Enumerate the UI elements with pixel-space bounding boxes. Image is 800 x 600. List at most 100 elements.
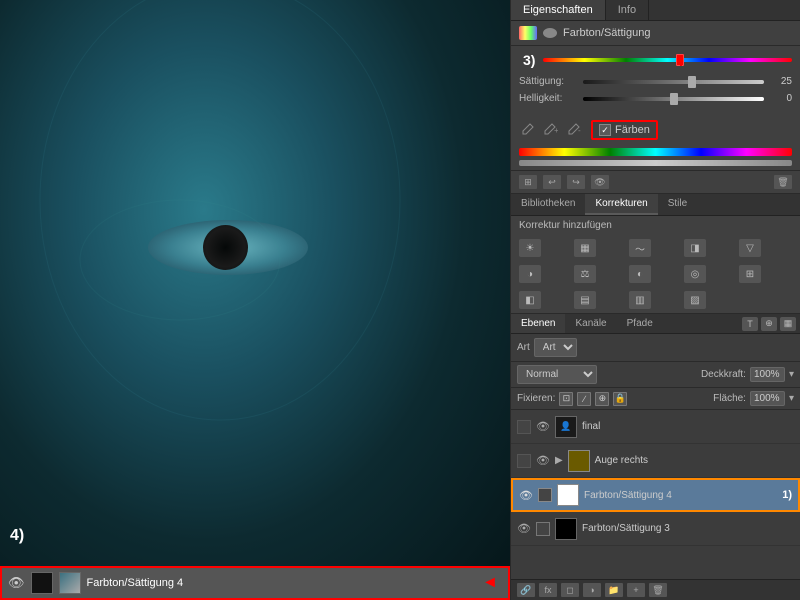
helligkeit-track[interactable] [583, 97, 764, 101]
tab-info[interactable]: Info [606, 0, 649, 20]
deckkraft-value[interactable]: 100% [750, 367, 785, 382]
farben-checkbox-container[interactable]: ✓ Färben [591, 120, 658, 140]
svg-text:+: + [554, 126, 558, 135]
layer-header-btn3[interactable]: ▦ [780, 317, 796, 331]
corr-icon-photo[interactable]: ◎ [684, 265, 706, 283]
art-select[interactable]: Art [534, 338, 577, 357]
farbton4-link[interactable] [538, 488, 552, 502]
final-eye[interactable]: 👁 [536, 420, 550, 433]
saettigung-thumb[interactable] [688, 76, 696, 88]
hue-track[interactable] [543, 58, 792, 62]
farbton3-thumb-black [555, 518, 577, 540]
saettigung-row: Sättigung: 25 [519, 76, 792, 87]
corr-icon-balance[interactable]: ⚖ [574, 265, 596, 283]
tab-ebenen[interactable]: Ebenen [511, 314, 565, 333]
farbton3-name: Farbton/Sättigung 3 [582, 523, 794, 534]
footer-new-btn[interactable]: + [627, 583, 645, 597]
farbton3-link[interactable] [536, 522, 550, 536]
flaeche-value[interactable]: 100% [750, 391, 785, 406]
folder-arrow[interactable]: ▶ [555, 455, 563, 466]
corr-icon-exposure[interactable]: ◨ [684, 239, 706, 257]
props-toolbar-btn4[interactable]: 👁 [591, 175, 609, 189]
sliders-section: Sättigung: 25 Helligkeit: [511, 70, 800, 116]
canvas-layer-bar: 👁 Farbton/Sättigung 4 ◄ [0, 566, 510, 600]
corr-icon-levels[interactable]: ▦ [574, 239, 596, 257]
footer-mask-btn[interactable]: ◻ [561, 583, 579, 597]
footer-link-btn[interactable]: 🔗 [517, 583, 535, 597]
corr-icon-threshold[interactable]: ▥ [629, 291, 651, 309]
layer-header-btn1[interactable]: T [742, 317, 758, 331]
tab-stile[interactable]: Stile [658, 194, 697, 215]
tab-korrekturen[interactable]: Korrekturen [585, 194, 657, 215]
corr-icon-hue[interactable]: ◑ [519, 265, 541, 283]
corr-icon-invert[interactable]: ◧ [519, 291, 541, 309]
fix-btn4[interactable]: 🔒 [613, 392, 627, 406]
props-toolbar-btn1[interactable]: ⊞ [519, 175, 537, 189]
color-gradient-bar [519, 148, 792, 156]
fixieren-label: Fixieren: [517, 393, 555, 404]
corr-icon-bw[interactable]: ◐ [629, 265, 651, 283]
main-layout: 4) 👁 Farbton/Sättigung 4 ◄ Eigenschaften… [0, 0, 800, 600]
tab-pfade[interactable]: Pfade [617, 314, 663, 333]
props-toolbar-btn2[interactable]: ↩ [543, 175, 561, 189]
farbton4-eye[interactable]: 👁 [519, 489, 533, 502]
corr-icon-gradient[interactable]: ▨ [684, 291, 706, 309]
prop-header: Farbton/Sättigung [511, 21, 800, 46]
layers-controls: Art Art [511, 334, 800, 362]
tab-bibliotheken[interactable]: Bibliotheken [511, 194, 585, 215]
farben-label: Färben [615, 124, 650, 136]
farbton3-eye[interactable]: 👁 [517, 522, 531, 535]
corr-icon-triangle[interactable]: ▽ [739, 239, 761, 257]
eyedropper-icon[interactable] [519, 122, 535, 138]
helligkeit-thumb[interactable] [670, 93, 678, 105]
footer-style-btn[interactable]: fx [539, 583, 557, 597]
fix-btn1[interactable]: ⊡ [559, 392, 573, 406]
canvas-area: 4) 👁 Farbton/Sättigung 4 ◄ [0, 0, 510, 600]
props-toolbar-btn5[interactable]: 🗑 [774, 175, 792, 189]
eyedropper-minus-icon[interactable]: - [567, 122, 583, 138]
layer-thumb-icon [31, 572, 53, 594]
corrections-panel: Bibliotheken Korrekturen Stile Korrektur… [511, 194, 800, 314]
tab-kanaele[interactable]: Kanäle [565, 314, 616, 333]
layer-item-farbton4[interactable]: 👁 Farbton/Sättigung 4 1) [511, 478, 800, 512]
farben-check[interactable]: ✓ [599, 124, 611, 136]
corr-icon-grid[interactable]: ⊞ [739, 265, 761, 283]
blend-mode-select[interactable]: Normal [517, 365, 597, 384]
art-label: Art [517, 342, 530, 353]
hue-cursor [680, 56, 682, 66]
layer-header-btn2[interactable]: ⊕ [761, 317, 777, 331]
eyedropper-plus-icon[interactable]: + [543, 122, 559, 138]
canvas-overlay [0, 0, 510, 600]
helligkeit-label: Helligkeit: [519, 93, 579, 104]
helligkeit-slider-container[interactable] [583, 97, 764, 101]
saettigung-track[interactable] [583, 80, 764, 84]
footer-adj-btn[interactable]: ◑ [583, 583, 601, 597]
auge-visibility-check[interactable] [517, 454, 531, 468]
deckkraft-arrow[interactable]: ▾ [789, 369, 794, 380]
corr-icon-posterize[interactable]: ▤ [574, 291, 596, 309]
tab-eigenschaften[interactable]: Eigenschaften [511, 0, 606, 20]
layers-tabs: Ebenen Kanäle Pfade T ⊕ ▦ [511, 314, 800, 334]
props-toolbar-btn3[interactable]: ↪ [567, 175, 585, 189]
layers-row2: Normal Deckkraft: 100% ▾ [511, 362, 800, 388]
layer-item-final[interactable]: 👁 👤 final [511, 410, 800, 444]
corr-icon-brightness[interactable]: ☀ [519, 239, 541, 257]
footer-group-btn[interactable]: 📁 [605, 583, 623, 597]
footer-delete-btn[interactable]: 🗑 [649, 583, 667, 597]
final-visibility-check[interactable] [517, 420, 531, 434]
corrections-grid-3: ◧ ▤ ▥ ▨ [511, 287, 800, 313]
auge-eye[interactable]: 👁 [536, 454, 550, 467]
fix-btn2[interactable]: ∕ [577, 392, 591, 406]
layer-visibility-eye[interactable]: 👁 [8, 575, 25, 591]
layer-item-auge-rechts[interactable]: 👁 ▶ Auge rechts [511, 444, 800, 478]
annotation-3: 3) [519, 50, 539, 70]
helligkeit-value: 0 [768, 93, 792, 104]
flaeche-arrow[interactable]: ▾ [789, 393, 794, 404]
final-name: final [582, 421, 794, 432]
layer-item-farbton3[interactable]: 👁 Farbton/Sättigung 3 [511, 512, 800, 546]
hue-slider-container[interactable] [543, 58, 792, 62]
corr-icon-curves[interactable]: 〜 [629, 239, 651, 257]
saettigung-slider-container[interactable] [583, 80, 764, 84]
corrections-grid-1: ☀ ▦ 〜 ◨ ▽ [511, 235, 800, 261]
fix-btn3[interactable]: ⊕ [595, 392, 609, 406]
